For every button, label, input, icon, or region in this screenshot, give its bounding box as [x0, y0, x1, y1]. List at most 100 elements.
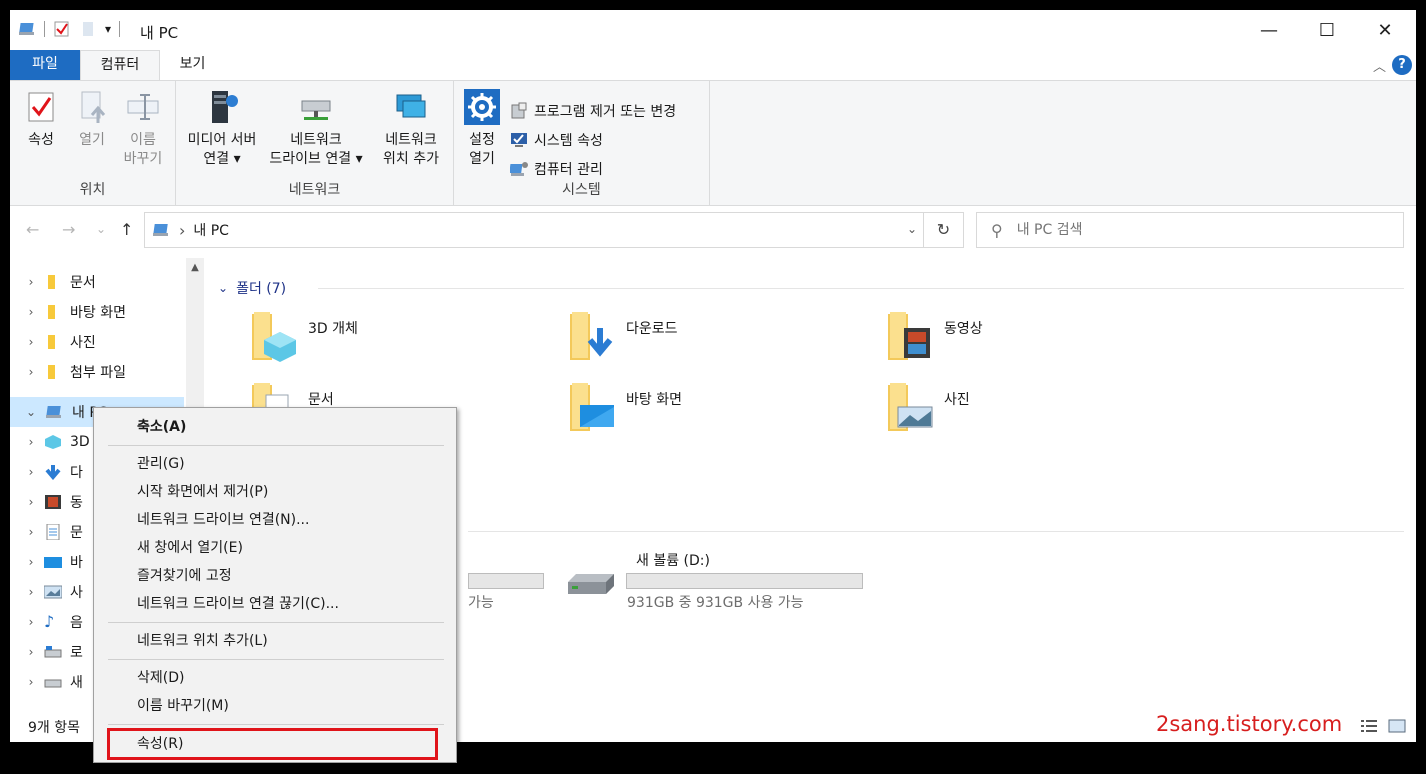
downloads-folder-icon [570, 312, 613, 360]
new-folder-icon[interactable] [79, 20, 97, 38]
folder-pictures[interactable]: 사진 [886, 381, 1186, 445]
system-properties-icon [511, 133, 527, 147]
recent-locations-icon[interactable]: ⌄ [96, 222, 106, 236]
film-icon [45, 495, 61, 509]
folder-label: 동영상 [944, 321, 983, 337]
expand-chevron-icon[interactable]: › [18, 525, 44, 539]
folder-desktop[interactable]: 바탕 화면 [568, 381, 868, 445]
media-server-label-2: 연결 ▾ [203, 151, 241, 167]
properties-check-icon[interactable] [53, 20, 71, 38]
expand-chevron-icon[interactable]: › [18, 615, 44, 629]
menu-item-add-network-location[interactable]: 네트워크 위치 추가(L) [94, 628, 456, 654]
menu-item-pin-quick-access[interactable]: 즐겨찾기에 고정 [94, 563, 456, 589]
properties-button[interactable]: 속성 [20, 89, 62, 150]
up-icon[interactable]: ↑ [120, 220, 133, 239]
uninstall-program-button[interactable]: 프로그램 제거 또는 변경 [510, 99, 676, 123]
section-collapse-icon[interactable]: ⌄ [218, 281, 228, 295]
scroll-up-icon[interactable]: ▲ [186, 262, 204, 273]
pinned-folder-icon [48, 365, 55, 379]
ribbon-group-system: 설정 열기 프로그램 제거 또는 변경 시스템 속성 컴퓨터 관리 시스템 [454, 81, 710, 205]
hard-drive-icon [568, 574, 614, 594]
qat-dropdown-icon[interactable]: ▾ [105, 22, 111, 36]
address-bar[interactable]: › 내 PC ⌄ [144, 212, 924, 248]
menu-item-manage[interactable]: 관리(G) [94, 451, 456, 477]
tree-item-pictures[interactable]: › 사진 [10, 327, 184, 357]
open-settings-button[interactable]: 설정 열기 [460, 89, 504, 169]
folders-section-header[interactable]: ⌄ 폴더 (7) [218, 278, 286, 298]
back-icon[interactable]: ← [26, 220, 39, 239]
folder-3d-objects[interactable]: 3D 개체 [250, 310, 550, 374]
breadcrumb-this-pc[interactable]: 내 PC [193, 220, 229, 240]
ribbon-tabs: 파일 컴퓨터 보기 ︿ ? [10, 50, 1416, 80]
window-title: 내 PC [140, 24, 179, 42]
pinned-folder-icon [48, 275, 55, 289]
add-network-location-button[interactable]: 네트워크 위치 추가 [374, 89, 448, 169]
tab-view[interactable]: 보기 [165, 50, 220, 80]
rename-label-1: 이름 [130, 132, 156, 148]
expand-chevron-icon[interactable]: › [18, 335, 44, 349]
add-network-location-label-2: 위치 추가 [383, 151, 439, 167]
media-server-label-1: 미디어 서버 [187, 132, 257, 148]
search-input[interactable] [1016, 222, 1357, 238]
ribbon-group-location-label: 위치 [79, 182, 106, 198]
details-view-icon[interactable] [1360, 719, 1378, 733]
expand-chevron-icon[interactable]: › [18, 465, 44, 479]
tab-file[interactable]: 파일 [10, 50, 80, 80]
menu-item-open-new-window[interactable]: 새 창에서 열기(E) [94, 535, 456, 561]
menu-item-collapse[interactable]: 축소(A) [94, 414, 456, 440]
expand-chevron-icon[interactable]: › [18, 435, 44, 449]
map-network-drive-button[interactable]: 네트워크 드라이브 연결 ▾ [264, 89, 368, 169]
menu-item-delete[interactable]: 삭제(D) [94, 665, 456, 691]
refresh-button[interactable]: ↻ [924, 212, 964, 248]
close-button[interactable]: ✕ [1356, 10, 1414, 50]
menu-item-unpin-start[interactable]: 시작 화면에서 제거(P) [94, 479, 456, 505]
search-box[interactable]: ⚲ [976, 212, 1404, 248]
network-drive-icon [301, 100, 331, 120]
expand-chevron-icon[interactable]: › [18, 365, 44, 379]
expand-chevron-icon[interactable]: › [18, 495, 44, 509]
rename-button[interactable]: 이름 바꾸기 [118, 89, 168, 169]
address-dropdown-icon[interactable]: ⌄ [907, 222, 917, 236]
minimize-button[interactable]: — [1240, 10, 1298, 50]
open-button[interactable]: 열기 [72, 89, 112, 150]
folder-downloads[interactable]: 다운로드 [568, 310, 868, 374]
large-icons-view-icon[interactable] [1388, 719, 1406, 733]
media-server-icon [212, 91, 238, 123]
tab-computer[interactable]: 컴퓨터 [80, 50, 160, 80]
folder-videos[interactable]: 동영상 [886, 310, 1186, 374]
music-note-icon: ♪ [44, 612, 55, 631]
network-location-icon [396, 94, 426, 118]
context-menu: 축소(A) 관리(G) 시작 화면에서 제거(P) 네트워크 드라이브 연결(N… [93, 407, 457, 763]
expand-chevron-icon[interactable]: › [18, 585, 44, 599]
uninstall-icon [511, 102, 527, 119]
computer-management-label: 컴퓨터 관리 [534, 162, 603, 178]
expand-chevron-icon[interactable]: › [18, 305, 44, 319]
menu-item-disconnect-network-drive[interactable]: 네트워크 드라이브 연결 끊기(C)... [94, 591, 456, 617]
expand-chevron-icon[interactable]: › [18, 275, 44, 289]
tree-item-attachments[interactable]: › 첨부 파일 [10, 357, 184, 387]
close-icon: ✕ [1377, 19, 1393, 41]
forward-icon[interactable]: → [62, 220, 75, 239]
expand-chevron-icon[interactable]: › [18, 645, 44, 659]
help-icon[interactable]: ? [1392, 55, 1412, 75]
tree-item-label: 로 [70, 645, 83, 661]
tree-item-label: 사 [70, 585, 83, 601]
media-server-button[interactable]: 미디어 서버 연결 ▾ [180, 89, 264, 169]
map-network-drive-label-2: 드라이브 연결 ▾ [269, 151, 363, 167]
computer-management-button[interactable]: 컴퓨터 관리 [510, 157, 603, 181]
this-pc-icon [153, 224, 168, 236]
system-properties-button[interactable]: 시스템 속성 [510, 128, 603, 152]
menu-item-rename[interactable]: 이름 바꾸기(M) [94, 693, 456, 719]
expand-chevron-icon[interactable]: › [18, 555, 44, 569]
tree-item-documents[interactable]: › 문서 [10, 267, 184, 297]
ribbon-collapse-icon[interactable]: ︿ [1373, 56, 1386, 75]
collapse-chevron-icon[interactable]: ⌄ [18, 405, 44, 419]
maximize-icon: ☐ [1318, 19, 1336, 41]
expand-chevron-icon[interactable]: › [18, 675, 44, 689]
menu-item-map-network-drive[interactable]: 네트워크 드라이브 연결(N)... [94, 507, 456, 533]
tree-item-desktop[interactable]: › 바탕 화면 [10, 297, 184, 327]
drive-icon [44, 679, 62, 688]
ribbon: 속성 열기 이름 바꾸기 위치 미디어 서버 연결 ▾ 네트워크 드라이브 연결… [10, 80, 1416, 206]
maximize-button[interactable]: ☐ [1298, 10, 1356, 50]
3d-objects-folder-icon [252, 312, 296, 362]
